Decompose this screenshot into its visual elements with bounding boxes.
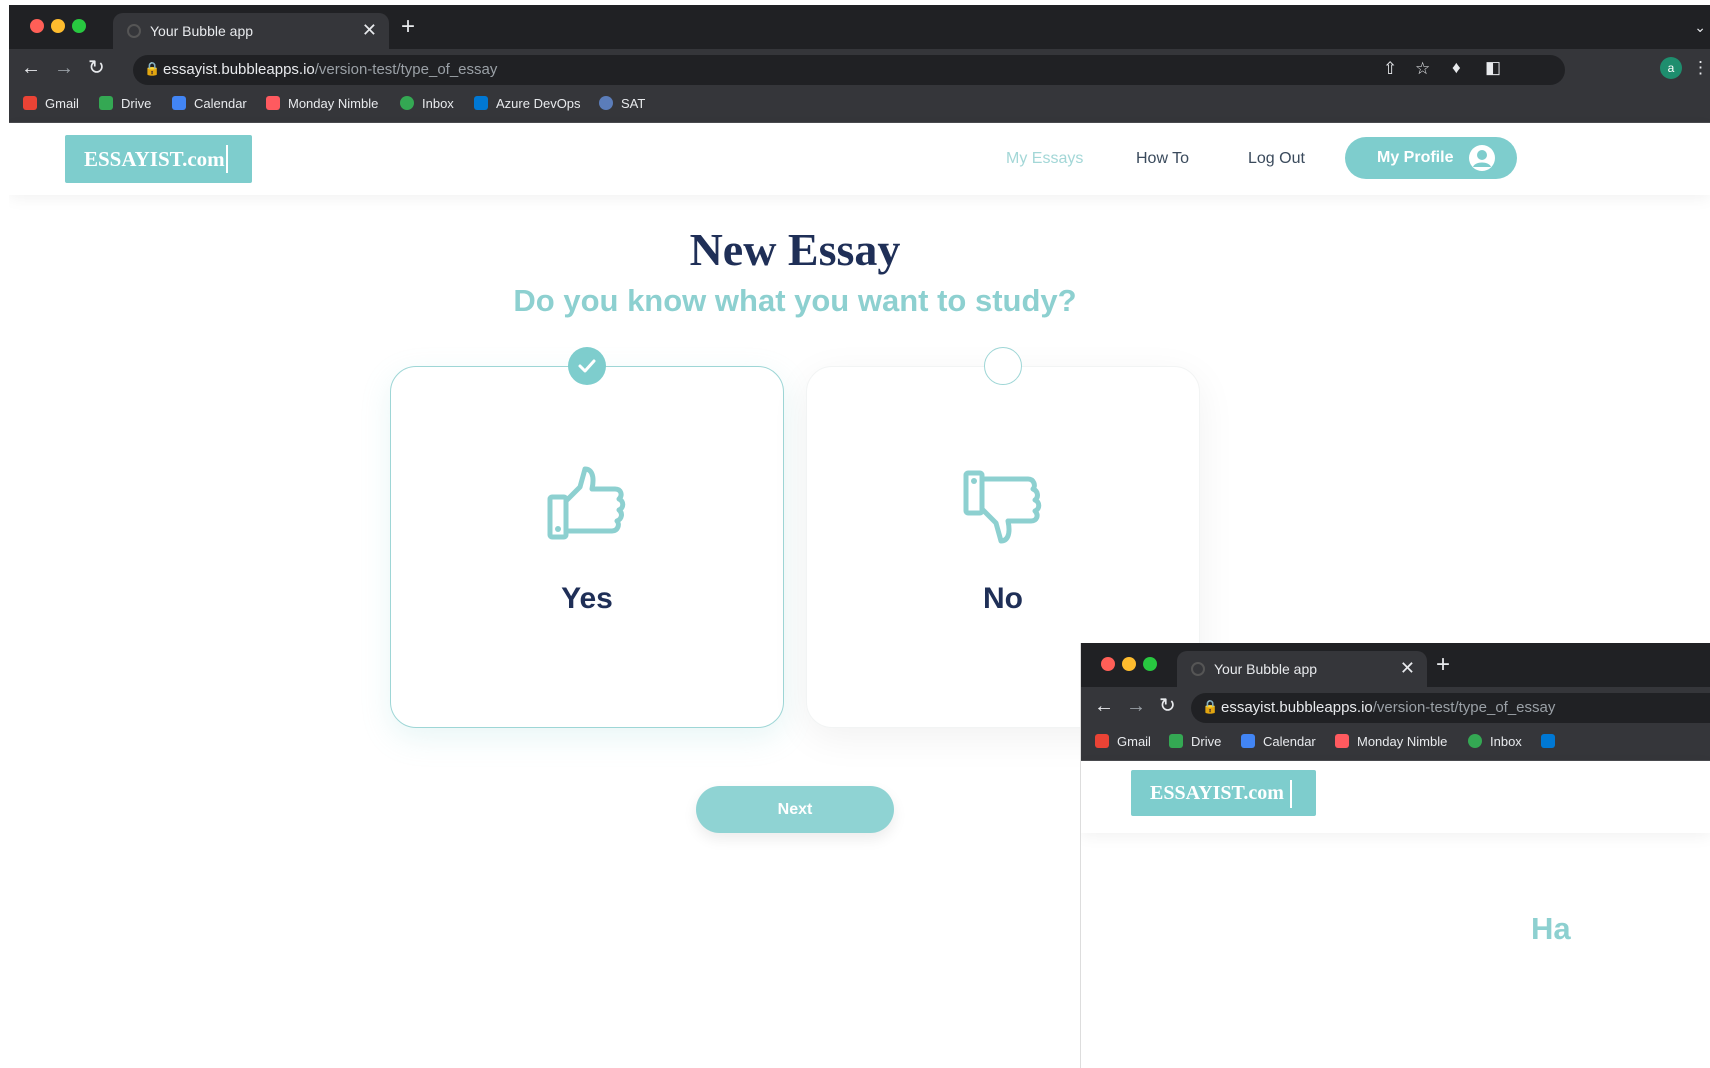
calendar-icon [172,96,186,110]
second-lock-icon: 🔒 [1202,699,1219,714]
next-button[interactable]: Next [696,786,894,833]
second-bubble-favicon-icon [1191,662,1205,676]
nav-my-essays[interactable]: My Essays [1006,150,1083,168]
nav-log-out[interactable]: Log Out [1248,150,1305,168]
azure-devops-icon [474,96,488,110]
user-avatar-icon [1469,145,1495,171]
logo-text: ESSAYIST.com [84,147,225,171]
site-header: ESSAYIST.com My Essays How To Log Out My… [9,123,1710,195]
browser-toolbar: ← → ↻ 🔒 essayist.bubbleapps.io/version-t… [9,49,1710,90]
bubble-favicon-icon [127,24,141,38]
my-profile-button[interactable]: My Profile [1345,137,1517,179]
tab-close-icon[interactable]: ✕ [362,20,377,41]
second-partial-heading: Ha [1531,911,1571,946]
calendar-icon [1241,734,1255,748]
gmail-icon [23,96,37,110]
tab-title: Your Bubble app [150,23,254,39]
monday-icon [266,96,280,110]
share-icon[interactable]: ⇧ [1383,59,1397,79]
browser-tab[interactable]: Your Bubble app ✕ [113,13,389,49]
second-bookmark-drive[interactable]: Drive [1169,734,1221,749]
thumbs-up-icon [547,466,626,540]
url-text: essayist.bubbleapps.io/version-test/type… [163,61,498,78]
option-no-label: No [983,582,1023,615]
tab-search-chevron-icon[interactable]: ⌄ [1694,19,1706,36]
second-logo-divider [1290,780,1292,808]
extensions-puzzle-icon[interactable]: ♦ [1452,58,1461,78]
second-bookmark-inbox[interactable]: Inbox [1468,734,1522,749]
second-forward-arrow-icon[interactable]: → [1126,695,1146,717]
page-question: Do you know what you want to study? [513,283,1077,318]
lock-icon: 🔒 [144,61,161,76]
bookmark-monday-nimble[interactable]: Monday Nimble [266,96,378,111]
minimize-window-button[interactable] [51,19,65,33]
side-panel-icon[interactable]: ◧ [1485,58,1501,78]
option-yes-radio[interactable] [568,347,606,385]
second-close-window-button[interactable] [1101,657,1115,671]
my-profile-label: My Profile [1377,149,1454,166]
bookmark-inbox[interactable]: Inbox [400,96,454,111]
second-tab-strip: Your Bubble app ✕ + [1081,643,1710,687]
second-site-logo[interactable]: ESSAYIST.com [1131,770,1316,816]
forward-arrow-icon[interactable]: → [54,57,74,79]
second-logo-text: ESSAYIST.com [1150,782,1284,804]
bookmark-star-icon[interactable]: ☆ [1415,59,1430,79]
option-yes-label: Yes [561,582,613,615]
second-browser-tab[interactable]: Your Bubble app ✕ [1177,651,1427,687]
close-window-button[interactable] [30,19,44,33]
second-back-arrow-icon[interactable]: ← [1094,695,1114,717]
second-url-text: essayist.bubbleapps.io/version-test/type… [1221,699,1556,716]
bookmarks-bar: Gmail Drive Calendar Monday Nimble Inbox… [9,90,1710,123]
drive-icon [99,96,113,110]
reload-icon[interactable]: ↻ [88,57,105,79]
second-bookmark-azure-devops[interactable] [1541,734,1563,749]
second-new-tab-button[interactable]: + [1436,653,1450,677]
gmail-icon [1095,734,1109,748]
second-reload-icon[interactable]: ↻ [1159,695,1176,717]
drive-icon [1169,734,1183,748]
option-yes-card[interactable]: Yes [390,366,784,728]
bookmark-drive[interactable]: Drive [99,96,151,111]
page-title: New Essay [689,224,901,275]
second-browser-toolbar: ← → ↻ 🔒 essayist.bubbleapps.io/version-t… [1081,687,1710,728]
second-site-header: ESSAYIST.com [1081,761,1710,833]
bookmark-azure-devops[interactable]: Azure DevOps [474,96,581,111]
browser-profile-avatar[interactable]: a [1660,57,1682,79]
bookmark-sat[interactable]: SAT [599,96,645,111]
monday-icon [1335,734,1349,748]
second-bookmark-gmail[interactable]: Gmail [1095,734,1151,749]
checkmark-icon [578,359,596,373]
second-bookmarks-bar: Gmail Drive Calendar Monday Nimble Inbox [1081,728,1710,761]
thumbs-down-icon [963,470,1042,544]
bookmark-gmail[interactable]: Gmail [23,96,79,111]
second-tab-title: Your Bubble app [1214,661,1318,677]
second-address-bar[interactable]: 🔒 essayist.bubbleapps.io/version-test/ty… [1191,693,1710,723]
azure-devops-icon [1541,734,1555,748]
second-maximize-window-button[interactable] [1143,657,1157,671]
second-browser-window[interactable]: Your Bubble app ✕ + ← → ↻ 🔒 essayist.bub… [1080,643,1710,1068]
sat-icon [599,96,613,110]
second-bookmark-monday-nimble[interactable]: Monday Nimble [1335,734,1447,749]
address-bar[interactable]: 🔒 essayist.bubbleapps.io/version-test/ty… [133,55,1565,85]
inbox-icon [1468,734,1482,748]
tab-strip: Your Bubble app ✕ + ⌄ [9,5,1710,49]
second-bookmark-calendar[interactable]: Calendar [1241,734,1316,749]
maximize-window-button[interactable] [72,19,86,33]
nav-how-to[interactable]: How To [1136,150,1189,168]
second-minimize-window-button[interactable] [1122,657,1136,671]
back-arrow-icon[interactable]: ← [21,57,41,79]
second-tab-close-icon[interactable]: ✕ [1400,658,1415,679]
new-tab-button[interactable]: + [401,15,415,39]
logo-divider [226,145,228,173]
option-no-radio[interactable] [984,347,1022,385]
inbox-icon [400,96,414,110]
bookmark-calendar[interactable]: Calendar [172,96,247,111]
site-logo[interactable]: ESSAYIST.com [65,135,252,183]
browser-menu-icon[interactable]: ⋮ [1692,58,1709,78]
